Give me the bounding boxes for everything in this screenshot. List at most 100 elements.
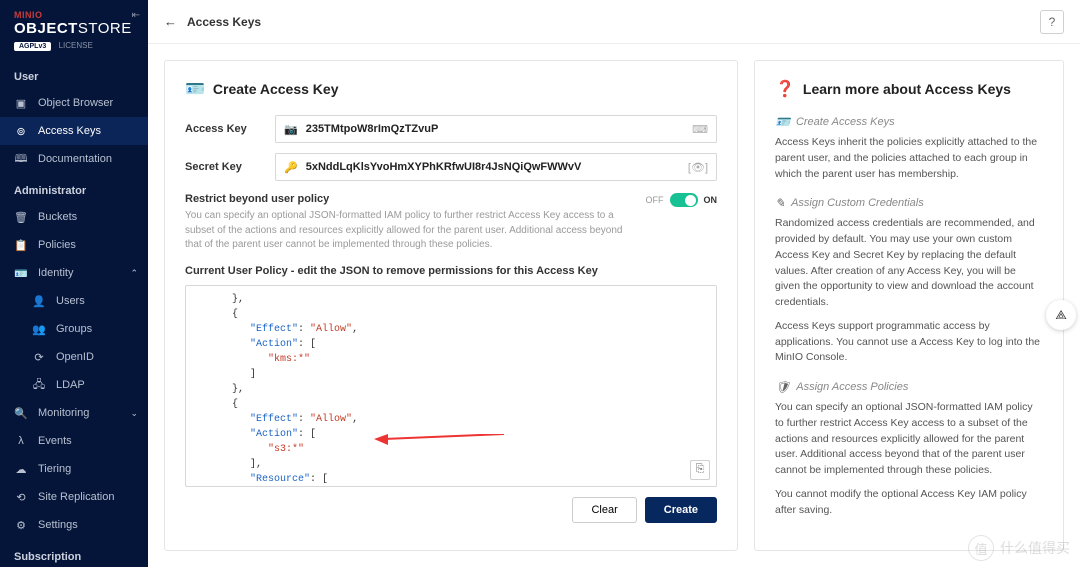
top-bar: ← Access Keys ? xyxy=(148,0,1080,44)
key-icon: 📷 xyxy=(284,123,298,136)
policy-editor[interactable]: }, { "Effect": "Allow", "Action": [ "kms… xyxy=(185,285,717,487)
monitor-icon: 🔍 xyxy=(14,406,28,420)
sidebar-item-access-keys[interactable]: ⊚Access Keys xyxy=(0,117,148,145)
toggle-off-label: OFF xyxy=(646,195,664,205)
shield-icon: 🛡 xyxy=(775,380,790,394)
browser-icon: ▣ xyxy=(14,96,28,110)
sidebar-item-label: Identity xyxy=(38,267,73,279)
sidebar-item-label: Users xyxy=(56,295,85,307)
replication-icon: ⟲ xyxy=(14,490,28,504)
panel-title: 🪪 Create Access Key xyxy=(185,79,717,99)
sidebar-item-label: Object Browser xyxy=(38,97,113,109)
copy-button[interactable]: ⎘ xyxy=(690,460,710,480)
secret-key-value: 5xNddLqKlsYvoHmXYPhKRfwUI8r4JsNQiQwFWWvV xyxy=(306,161,682,173)
sidebar-item-label: Tiering xyxy=(38,463,71,475)
sidebar-item-groups[interactable]: 👥 Groups xyxy=(0,315,148,343)
sidebar-item-identity[interactable]: 🪪 Identity ⌃ xyxy=(0,259,148,287)
identity-icon: 🪪 xyxy=(14,266,28,280)
help-panel: ❓ Learn more about Access Keys 🪪Create A… xyxy=(754,60,1064,551)
section-subscription: Subscription xyxy=(0,539,148,569)
sidebar-item-events[interactable]: λ Events xyxy=(0,427,148,455)
help-title-text: Learn more about Access Keys xyxy=(803,81,1011,97)
card-icon: 🪪 xyxy=(775,115,790,129)
breadcrumb-label: Access Keys xyxy=(187,15,261,29)
toggle-on-label: ON xyxy=(704,195,718,205)
logo: MINIO OBJECTSTORE AGPLv3 LICENSE xyxy=(0,0,148,59)
eye-icon[interactable]: [👁] xyxy=(688,161,708,174)
keyboard-icon[interactable]: ⌨ xyxy=(692,123,708,136)
secret-key-label: Secret Key xyxy=(185,161,275,173)
sidebar-item-label: Settings xyxy=(38,519,78,531)
logo-brand: MINIO xyxy=(14,10,134,20)
restrict-title: Restrict beyond user policy xyxy=(185,193,625,205)
clear-button[interactable]: Clear xyxy=(572,497,636,523)
help-panel-title: ❓ Learn more about Access Keys xyxy=(775,79,1043,99)
secret-key-input[interactable]: 🔑 5xNddLqKlsYvoHmXYPhKRfwUI8r4JsNQiQwFWW… xyxy=(275,153,717,181)
access-key-label: Access Key xyxy=(185,123,275,135)
gear-icon: ⚙ xyxy=(14,518,28,532)
sidebar-item-label: Events xyxy=(38,435,72,447)
sidebar-item-object-browser[interactable]: ▣ Object Browser xyxy=(0,89,148,117)
chevron-up-icon: ⌃ xyxy=(130,268,138,279)
sidebar-item-label: Site Replication xyxy=(38,491,114,503)
logo-badge: AGPLv3 xyxy=(14,42,51,51)
logo-license: LICENSE xyxy=(59,41,93,50)
panel-title-text: Create Access Key xyxy=(213,81,339,97)
help-button[interactable]: ? xyxy=(1040,10,1064,34)
sidebar-item-label: Access Keys xyxy=(38,125,101,137)
sidebar-item-buckets[interactable]: 🗑 Buckets xyxy=(0,203,148,231)
float-badge-icon[interactable]: ⟁ xyxy=(1046,300,1076,330)
restrict-toggle[interactable]: OFF ON xyxy=(646,193,718,207)
events-icon: λ xyxy=(14,434,28,448)
section-admin: Administrator xyxy=(0,173,148,203)
sidebar-item-label: Buckets xyxy=(38,211,77,223)
access-key-input[interactable]: 📷 235TMtpoW8rImQzTZvuP ⌨ xyxy=(275,115,717,143)
logo-title: OBJECTSTORE xyxy=(14,20,134,37)
help-text: Access Keys support programmatic access … xyxy=(775,319,1043,366)
help-text: Access Keys inherit the policies explici… xyxy=(775,135,1043,182)
help-text: Randomized access credentials are recomm… xyxy=(775,216,1043,311)
openid-icon: ⟳ xyxy=(32,350,46,364)
main: ← Access Keys ? 🪪 Create Access Key Acce… xyxy=(148,0,1080,567)
section-user: User xyxy=(0,59,148,89)
sidebar-item-label: LDAP xyxy=(56,379,85,391)
users-icon: 👤 xyxy=(32,294,46,308)
back-arrow-icon[interactable]: ← xyxy=(164,14,177,29)
collapse-icon[interactable]: ⇤ xyxy=(132,10,140,21)
help-text: You cannot modify the optional Access Ke… xyxy=(775,487,1043,519)
question-icon: ❓ xyxy=(775,79,795,99)
sidebar-item-tiering[interactable]: ☁ Tiering xyxy=(0,455,148,483)
sidebar-item-monitoring[interactable]: 🔍 Monitoring ⌄ xyxy=(0,399,148,427)
sidebar-item-users[interactable]: 👤 Users xyxy=(0,287,148,315)
restrict-desc: You can specify an optional JSON-formatt… xyxy=(185,209,625,253)
sidebar-item-openid[interactable]: ⟳ OpenID xyxy=(0,343,148,371)
key-card-icon: 🪪 xyxy=(185,79,205,99)
sidebar-item-label: Documentation xyxy=(38,153,112,165)
toggle-switch[interactable] xyxy=(670,193,698,207)
sidebar-item-label: Monitoring xyxy=(38,407,89,419)
sidebar-item-policies[interactable]: 📋 Policies xyxy=(0,231,148,259)
sidebar-item-label: Policies xyxy=(38,239,76,251)
groups-icon: 👥 xyxy=(32,322,46,336)
sidebar-item-settings[interactable]: ⚙ Settings xyxy=(0,511,148,539)
tiering-icon: ☁ xyxy=(14,462,28,476)
policy-json[interactable]: }, { "Effect": "Allow", "Action": [ "kms… xyxy=(196,292,706,486)
ldap-icon: 🖧 xyxy=(32,378,46,392)
bucket-icon: 🗑 xyxy=(14,210,28,224)
sidebar-item-site-replication[interactable]: ⟲ Site Replication xyxy=(0,483,148,511)
help-section-create: 🪪Create Access Keys xyxy=(775,115,1043,129)
chevron-down-icon: ⌄ xyxy=(130,408,138,419)
sidebar-item-ldap[interactable]: 🖧 LDAP xyxy=(0,371,148,399)
help-text: You can specify an optional JSON-formatt… xyxy=(775,400,1043,479)
sidebar-item-label: OpenID xyxy=(56,351,94,363)
policy-icon: 📋 xyxy=(14,238,28,252)
sidebar: ⇤ MINIO OBJECTSTORE AGPLv3 LICENSE User … xyxy=(0,0,148,567)
sidebar-item-label: Groups xyxy=(56,323,92,335)
help-section-credentials: ✎Assign Custom Credentials xyxy=(775,196,1043,210)
doc-icon: 🕮 xyxy=(14,152,28,166)
lock-icon: 🔑 xyxy=(284,161,298,174)
create-button[interactable]: Create xyxy=(645,497,717,523)
watermark: 值 什么值得买 xyxy=(968,535,1070,561)
create-access-key-panel: 🪪 Create Access Key Access Key 📷 235TMtp… xyxy=(164,60,738,551)
sidebar-item-documentation[interactable]: 🕮 Documentation xyxy=(0,145,148,173)
